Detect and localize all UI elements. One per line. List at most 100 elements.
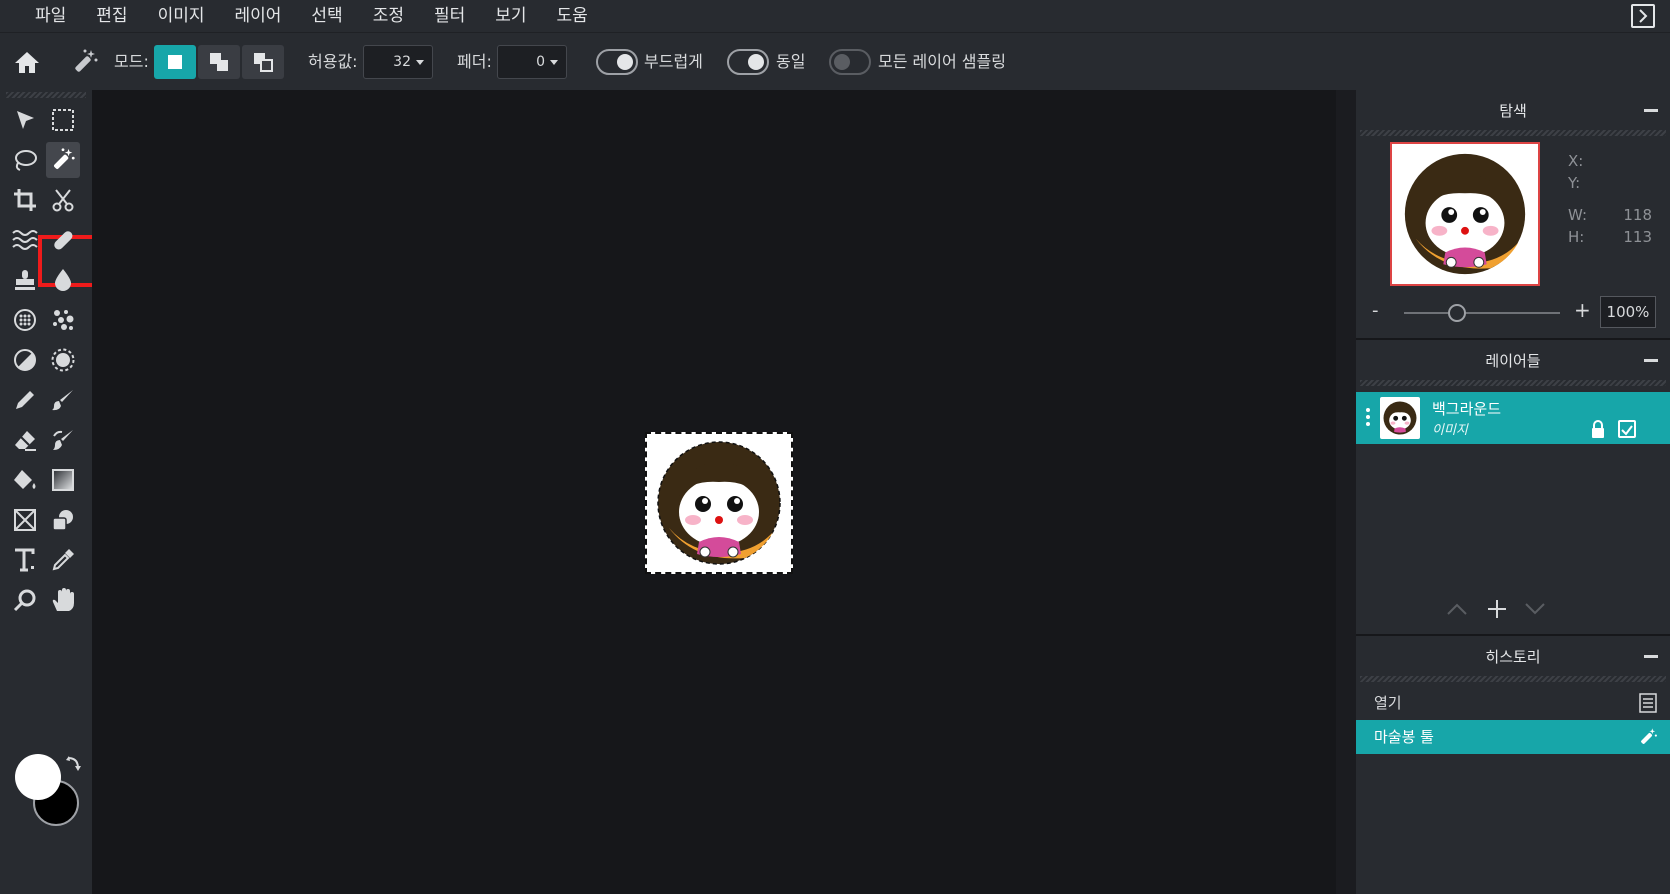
- frame-icon: [14, 509, 36, 531]
- contiguous-toggle[interactable]: [727, 49, 769, 75]
- brush-tool[interactable]: [46, 382, 80, 418]
- h-label: H:: [1568, 228, 1585, 246]
- blur-tool[interactable]: [46, 262, 80, 298]
- clone-stamp-tool[interactable]: [8, 262, 42, 298]
- drag-handle-icon[interactable]: [1366, 408, 1370, 428]
- text-tool[interactable]: [8, 542, 42, 578]
- navigator-thumbnail[interactable]: [1390, 142, 1540, 286]
- menu-adjust[interactable]: 조정: [358, 0, 419, 32]
- zoom-in-button[interactable]: +: [1574, 298, 1591, 322]
- menu-edit[interactable]: 편집: [81, 0, 142, 32]
- add-layer-button[interactable]: [1484, 596, 1510, 622]
- panel-grip[interactable]: [1360, 380, 1666, 386]
- home-button[interactable]: [12, 47, 42, 77]
- scissors-icon: [52, 189, 74, 212]
- history-item[interactable]: 열기: [1356, 686, 1670, 720]
- layers-title: 레이어들: [1485, 351, 1541, 370]
- marquee-tool[interactable]: [46, 102, 80, 138]
- zoom-tool[interactable]: [8, 582, 42, 618]
- contrast-icon: [14, 349, 36, 371]
- chevron-down-icon: [550, 59, 558, 65]
- mode-new-selection-button[interactable]: [154, 45, 196, 79]
- zoom-out-button[interactable]: -: [1372, 300, 1379, 321]
- liquify-tool[interactable]: [8, 222, 42, 258]
- zoom-slider-knob[interactable]: [1448, 304, 1466, 322]
- heal-tool[interactable]: [46, 222, 80, 258]
- toolbox: [0, 90, 96, 894]
- navigator-panel: 탐색 X: Y: W: 118 H: 113 - + 100%: [1356, 90, 1670, 338]
- menu-image[interactable]: 이미지: [143, 0, 220, 32]
- collapse-icon[interactable]: [1644, 109, 1658, 112]
- dodge-burn-tool[interactable]: [8, 342, 42, 378]
- shape-tool[interactable]: [46, 502, 80, 538]
- globe-dots-icon: [14, 309, 36, 331]
- panel-grip[interactable]: [1360, 130, 1666, 136]
- canvas-scrollbar[interactable]: [1336, 90, 1356, 894]
- y-label: Y:: [1568, 174, 1581, 192]
- navigator-header: 탐색: [1356, 90, 1670, 130]
- chevron-right-icon: [1639, 9, 1648, 23]
- gradient-tool[interactable]: [46, 462, 80, 498]
- toolbox-grip[interactable]: [6, 92, 86, 98]
- menu-select[interactable]: 선택: [296, 0, 357, 32]
- history-item-selected[interactable]: 마술봉 툴: [1356, 720, 1670, 754]
- zoom-input[interactable]: 100%: [1600, 296, 1656, 328]
- menu-help[interactable]: 도움: [542, 0, 603, 32]
- wave-icon: [12, 230, 38, 250]
- menu-layer[interactable]: 레이어: [219, 0, 296, 32]
- swap-colors-icon[interactable]: [64, 754, 84, 774]
- zoom-slider-track[interactable]: [1404, 312, 1560, 314]
- eraser-icon: [15, 431, 36, 451]
- smudge-brush-icon: [53, 430, 73, 450]
- add-selection-icon: [210, 53, 228, 71]
- layer-row[interactable]: 백그라운드 이미지: [1356, 392, 1670, 444]
- magic-wand-tool[interactable]: [46, 142, 80, 178]
- collapse-icon[interactable]: [1644, 655, 1658, 658]
- frame-tool[interactable]: [8, 502, 42, 538]
- sponge-tool[interactable]: [46, 302, 80, 338]
- sharpen-tool[interactable]: [46, 342, 80, 378]
- move-layer-down-button[interactable]: [1522, 596, 1548, 622]
- bandage-icon: [54, 231, 73, 250]
- sample-all-layers-toggle[interactable]: [829, 49, 871, 75]
- pencil-tool[interactable]: [8, 382, 42, 418]
- cut-tool[interactable]: [46, 182, 80, 218]
- smudge-tool[interactable]: [46, 422, 80, 458]
- subtract-selection-icon: [254, 53, 273, 72]
- magic-wand-icon: [1641, 728, 1657, 744]
- move-layer-up-button[interactable]: [1444, 596, 1470, 622]
- document-image[interactable]: [645, 432, 793, 574]
- eyedropper-tool[interactable]: [46, 542, 80, 578]
- checkmark-icon: [1621, 425, 1633, 436]
- lasso-tool[interactable]: [8, 142, 42, 178]
- feather-input[interactable]: 0: [497, 45, 567, 79]
- eraser-tool[interactable]: [8, 422, 42, 458]
- feather-label: 페더:: [457, 52, 492, 71]
- foreground-color-swatch[interactable]: [15, 754, 61, 800]
- mode-subtract-selection-button[interactable]: [242, 45, 284, 79]
- shapes-icon: [52, 510, 73, 531]
- panel-grip[interactable]: [1360, 676, 1666, 682]
- feather-value: 0: [536, 54, 545, 70]
- menu-file[interactable]: 파일: [20, 0, 81, 32]
- paint-bucket-tool[interactable]: [8, 462, 42, 498]
- layers-header: 레이어들: [1356, 340, 1670, 380]
- hand-tool[interactable]: [46, 582, 80, 618]
- layer-visibility-checkbox[interactable]: [1618, 420, 1636, 438]
- crop-tool[interactable]: [8, 182, 42, 218]
- mode-add-selection-button[interactable]: [198, 45, 240, 79]
- antialias-label: 부드럽게: [644, 52, 703, 71]
- layer-thumbnail: [1380, 397, 1420, 439]
- antialias-toggle[interactable]: [596, 49, 638, 75]
- history-panel: 히스토리 열기 마술봉 툴: [1356, 636, 1670, 894]
- navigator-title: 탐색: [1499, 101, 1527, 120]
- panel-toggle-button[interactable]: [1631, 4, 1655, 28]
- pattern-tool[interactable]: [8, 302, 42, 338]
- lock-icon[interactable]: [1590, 420, 1606, 438]
- menu-filter[interactable]: 필터: [419, 0, 480, 32]
- tolerance-input[interactable]: 32: [363, 45, 433, 79]
- move-tool[interactable]: [8, 102, 42, 138]
- w-label: W:: [1568, 206, 1588, 224]
- collapse-icon[interactable]: [1644, 359, 1658, 362]
- menu-view[interactable]: 보기: [480, 0, 541, 32]
